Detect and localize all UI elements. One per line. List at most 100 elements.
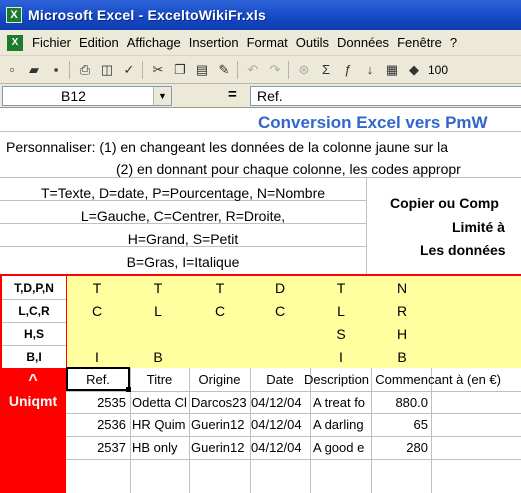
table-cell-origine[interactable]: Guerin12	[191, 437, 249, 459]
menu-format[interactable]: Format	[243, 35, 292, 50]
copy-icon[interactable]: ❐	[170, 60, 190, 80]
format-cell[interactable]: H	[390, 326, 414, 342]
red-border	[0, 274, 521, 276]
grid-line	[0, 177, 521, 178]
red-border	[66, 276, 67, 368]
sort-ascending-icon[interactable]: ↓	[360, 60, 380, 80]
format-cell[interactable]: T	[85, 280, 109, 296]
header-date[interactable]: Date	[251, 369, 309, 391]
limite-note: Limité à	[452, 219, 505, 235]
table-cell-ref[interactable]: 2537	[68, 437, 128, 459]
fill-handle[interactable]	[126, 387, 131, 392]
workbook-icon[interactable]: X	[7, 34, 23, 51]
table-cell-date[interactable]: 04/12/04	[251, 414, 309, 436]
menu-insertion[interactable]: Insertion	[185, 35, 243, 50]
new-document-icon[interactable]: ▫	[2, 60, 22, 80]
menu-affichage[interactable]: Affichage	[123, 35, 185, 50]
format-label-size: H,S	[23, 327, 44, 341]
active-cell-selection[interactable]	[66, 367, 130, 391]
format-codes-area	[67, 276, 521, 368]
menu-donnees[interactable]: Données	[333, 35, 393, 50]
legend-size-codes: H=Grand, S=Petit	[127, 231, 239, 247]
format-cell[interactable]: C	[208, 303, 232, 319]
print-icon[interactable]: ⎙	[75, 60, 95, 80]
function-icon[interactable]: ƒ	[338, 60, 358, 80]
table-cell-ref[interactable]: 2536	[68, 414, 128, 436]
table-cell-description[interactable]: A good e	[313, 437, 370, 459]
format-cell[interactable]: I	[329, 349, 353, 365]
menu-fichier[interactable]: Fichier	[28, 35, 75, 50]
window-title: Microsoft Excel - ExceltoWikiFr.xls	[28, 7, 266, 23]
paste-icon[interactable]: ▤	[192, 60, 212, 80]
autosum-icon[interactable]: Σ	[316, 60, 336, 80]
menu-outils[interactable]: Outils	[292, 35, 333, 50]
grid-line	[2, 345, 66, 346]
instructions-line-1: Personnaliser: (1) en changeant les donn…	[6, 139, 449, 155]
format-cell[interactable]: N	[390, 280, 414, 296]
table-cell-description[interactable]: A treat fo	[313, 392, 370, 414]
instructions-line-2: (2) en donnant pour chaque colonne, les …	[116, 161, 461, 177]
format-cell[interactable]: L	[329, 303, 353, 319]
drawing-icon[interactable]: ◆	[404, 60, 424, 80]
toolbar-separator	[142, 60, 143, 79]
worksheet[interactable]: Conversion Excel vers PmW Personnaliser:…	[0, 109, 521, 493]
header-commencant[interactable]: Commencant à (en €)	[323, 369, 521, 391]
table-cell-titre[interactable]: Odetta Cl	[132, 392, 188, 414]
format-label-type: T,D,P,N	[14, 281, 54, 295]
table-cell-description[interactable]: A darling	[313, 414, 370, 436]
spelling-icon[interactable]: ✓	[119, 60, 139, 80]
menu-help[interactable]: ?	[446, 35, 461, 50]
cut-icon[interactable]: ✂	[148, 60, 168, 80]
print-preview-icon[interactable]: ◫	[97, 60, 117, 80]
table-cell-date[interactable]: 04/12/04	[251, 437, 309, 459]
grid-line	[2, 299, 66, 300]
format-label-align: L,C,R	[18, 304, 50, 318]
format-cell[interactable]: I	[85, 349, 109, 365]
grid-line	[366, 177, 367, 274]
formula-input[interactable]: Ref.	[250, 86, 521, 106]
formula-bar: B12 ▼ = Ref.	[0, 84, 521, 108]
grid-line	[66, 459, 521, 460]
header-titre[interactable]: Titre	[131, 369, 188, 391]
table-cell-titre[interactable]: HB only C	[132, 437, 188, 459]
format-cell[interactable]: C	[268, 303, 292, 319]
format-cell[interactable]: D	[268, 280, 292, 296]
table-cell-price[interactable]: 65	[372, 414, 430, 436]
open-folder-icon[interactable]: ▰	[24, 60, 44, 80]
name-box[interactable]: B12 ▼	[2, 86, 172, 106]
format-cell[interactable]: R	[390, 303, 414, 319]
toolbar-separator	[69, 60, 70, 79]
menu-edition[interactable]: Edition	[75, 35, 123, 50]
table-cell-origine[interactable]: Guerin12	[191, 414, 249, 436]
chart-wizard-icon[interactable]: ▦	[382, 60, 402, 80]
excel-app-icon[interactable]: X	[6, 7, 22, 23]
table-cell-ref[interactable]: 2535	[68, 392, 128, 414]
header-origine[interactable]: Origine	[190, 369, 249, 391]
table-cell-origine[interactable]: Darcos23	[191, 392, 249, 414]
undo-icon[interactable]: ↶	[243, 60, 263, 80]
save-icon[interactable]: ▪	[46, 60, 66, 80]
equals-icon[interactable]: =	[228, 86, 237, 103]
chevron-down-icon[interactable]: ▼	[153, 87, 171, 105]
format-cell[interactable]: T	[146, 280, 170, 296]
menu-bar: X Fichier Edition Affichage Insertion Fo…	[0, 30, 521, 56]
table-cell-titre[interactable]: HR Quim	[132, 414, 188, 436]
format-cell[interactable]: T	[208, 280, 232, 296]
name-box-value: B12	[61, 88, 86, 104]
format-cell[interactable]: C	[85, 303, 109, 319]
zoom-value[interactable]: 100	[428, 63, 448, 77]
legend-type-codes: T=Texte, D=date, P=Pourcentage, N=Nombre	[40, 185, 326, 201]
format-painter-icon[interactable]: ✎	[214, 60, 234, 80]
table-cell-price[interactable]: 280	[372, 437, 430, 459]
banner-title: Conversion Excel vers PmW	[258, 113, 488, 132]
menu-fenetre[interactable]: Fenêtre	[393, 35, 446, 50]
redo-icon[interactable]: ↷	[265, 60, 285, 80]
format-cell[interactable]: L	[146, 303, 170, 319]
table-cell-date[interactable]: 04/12/04	[251, 392, 309, 414]
format-cell[interactable]: T	[329, 280, 353, 296]
format-cell[interactable]: S	[329, 326, 353, 342]
format-cell[interactable]: B	[390, 349, 414, 365]
hyperlink-icon[interactable]: ⊛	[294, 60, 314, 80]
table-cell-price[interactable]: 880.0	[372, 392, 430, 414]
format-cell[interactable]: B	[146, 349, 170, 365]
